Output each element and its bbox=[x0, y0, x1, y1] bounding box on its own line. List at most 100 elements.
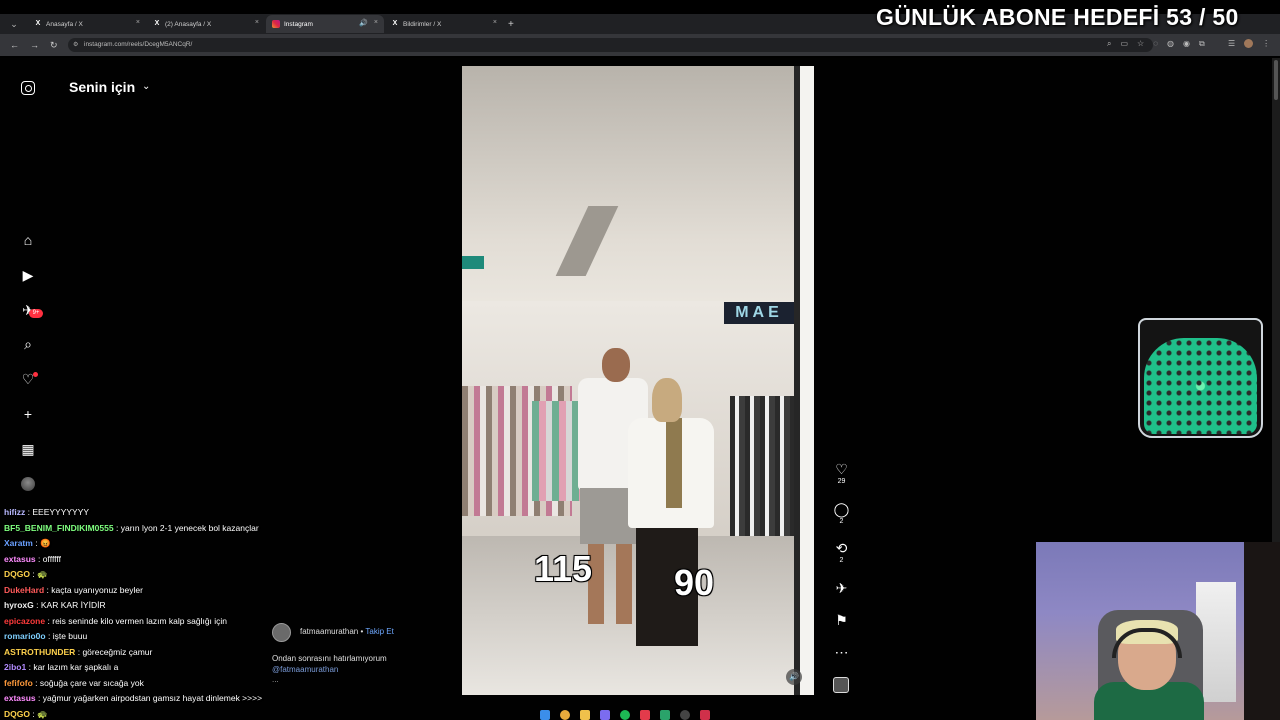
browser-toolbar: ← → ↻ ⚙ instagram.com/reels/DcegM5ANCqR/… bbox=[0, 34, 1280, 56]
chat-username: DukeHard bbox=[4, 584, 45, 595]
bookmark-star-icon[interactable]: ☆ bbox=[1137, 39, 1144, 49]
close-tab-icon[interactable]: × bbox=[374, 19, 378, 26]
reels-icon[interactable]: ▶ bbox=[20, 267, 36, 283]
chat-username: hifizz bbox=[4, 507, 26, 517]
spotify-icon[interactable] bbox=[620, 709, 630, 720]
extension-icon[interactable]: ◌ bbox=[1153, 39, 1158, 49]
browser-tab-1[interactable]: X Anasayfa / X × bbox=[28, 15, 146, 33]
like-button[interactable]: ♡ 29 bbox=[833, 461, 850, 485]
chat-text: soğuğa çare var sıcağa yok bbox=[39, 677, 144, 688]
taskbar bbox=[540, 709, 740, 720]
speaker-icon[interactable]: 🔊 bbox=[359, 19, 368, 27]
extension-icon[interactable]: ◉ bbox=[1183, 39, 1190, 49]
chat-message: fefifofo : soğuğa çare var sıcağa yok bbox=[0, 676, 320, 692]
back-icon[interactable]: ← bbox=[10, 40, 19, 50]
cast-icon[interactable]: ▭ bbox=[1120, 39, 1128, 49]
dashboard-icon[interactable]: ▦ bbox=[20, 441, 36, 457]
extension-icon[interactable]: ◍ bbox=[1167, 39, 1174, 49]
reload-icon[interactable]: ↻ bbox=[50, 40, 58, 51]
chat-text: kar lazım kar şapkalı a bbox=[33, 662, 119, 672]
chat-message: 2ibo1 : kar lazım kar şapkalı a bbox=[0, 660, 320, 676]
comment-icon: ◯ bbox=[833, 501, 850, 517]
chat-separator: : bbox=[36, 600, 39, 610]
site-info-icon[interactable]: ⚙ bbox=[73, 38, 78, 52]
zoom-icon[interactable]: ⌕ bbox=[1107, 39, 1111, 49]
search-icon[interactable]: ⌕ bbox=[20, 336, 36, 352]
discord-icon[interactable] bbox=[600, 709, 610, 720]
kebab-menu-icon[interactable]: ⋮ bbox=[1262, 39, 1270, 48]
chat-username: romario0o bbox=[4, 631, 46, 641]
video-text-overlay: 90 bbox=[674, 562, 715, 603]
obs-icon[interactable] bbox=[680, 709, 690, 720]
comment-count: 2 bbox=[839, 518, 844, 525]
chat-separator: : bbox=[32, 569, 35, 579]
puzzle-icon[interactable]: ⧉ bbox=[1199, 39, 1205, 49]
app-icon[interactable] bbox=[660, 709, 670, 720]
feed-title[interactable]: Senin için bbox=[69, 79, 135, 95]
x-logo-icon: X bbox=[154, 20, 160, 27]
audio-thumbnail[interactable] bbox=[833, 677, 849, 693]
chat-separator: : bbox=[47, 615, 50, 626]
instagram-logo-icon[interactable] bbox=[21, 81, 35, 95]
chat-text: 🐢 bbox=[37, 708, 48, 719]
chat-text: yarın lyon 2-1 yenecek bol kazançlar bbox=[120, 522, 259, 533]
menu-list-icon[interactable]: ☰ bbox=[1228, 39, 1235, 48]
repost-button[interactable]: ⟲ 2 bbox=[833, 540, 850, 564]
create-plus-icon[interactable]: + bbox=[20, 406, 36, 422]
chat-separator: : bbox=[32, 708, 35, 719]
chat-username: ASTROTHUNDER bbox=[4, 646, 76, 657]
webcam-feed bbox=[1036, 542, 1244, 720]
webcam-side-area bbox=[1244, 542, 1280, 720]
chevron-down-icon[interactable]: ⌄ bbox=[142, 81, 150, 92]
bookmark-icon: ⚑ bbox=[835, 612, 848, 628]
chat-username: BF5_BENIM_FINDIKIM0555 bbox=[4, 522, 114, 533]
more-options-button[interactable]: ⋯ bbox=[833, 644, 850, 660]
jar-contents bbox=[1144, 338, 1257, 434]
chat-text: yağmur yağarken airpodstan gamsız hayat … bbox=[42, 693, 263, 703]
file-explorer-icon[interactable] bbox=[580, 709, 590, 720]
comment-button[interactable]: ◯ 2 bbox=[833, 501, 850, 525]
profile-avatar[interactable] bbox=[21, 477, 35, 491]
follow-button[interactable]: Takip Et bbox=[365, 627, 393, 636]
tab-label: Anasayfa / X bbox=[46, 20, 83, 28]
chat-message: BF5_BENIM_FINDIKIM0555 : yarın lyon 2-1 … bbox=[0, 521, 320, 537]
profile-avatar[interactable] bbox=[1244, 39, 1254, 48]
mute-toggle-icon[interactable]: 🔊 bbox=[786, 669, 802, 685]
share-button[interactable]: ✈ bbox=[833, 580, 850, 596]
video-scene-wall bbox=[800, 66, 814, 695]
x-logo-icon: X bbox=[392, 20, 398, 27]
goal-jar-overlay bbox=[1138, 318, 1263, 438]
more-horizontal-icon: ⋯ bbox=[834, 644, 849, 660]
chat-message: romario0o : işte buuu bbox=[0, 629, 320, 645]
close-tab-icon[interactable]: × bbox=[493, 19, 497, 26]
reel-video[interactable]: MAE 115 90 🔊 bbox=[462, 66, 814, 695]
browser-tab-2[interactable]: X (2) Anasayfa / X × bbox=[147, 15, 265, 33]
chat-text: 😡 bbox=[39, 538, 51, 548]
new-tab-button[interactable]: + bbox=[508, 19, 514, 30]
chat-username: fefifofo bbox=[4, 677, 33, 688]
chat-separator: : bbox=[35, 677, 38, 688]
browser-tab-4[interactable]: X Bildirimler / X × bbox=[385, 15, 503, 33]
app-icon[interactable] bbox=[640, 709, 650, 720]
chat-text: kaçta uyanıyonuz beyler bbox=[51, 584, 143, 595]
chat-separator: : bbox=[115, 522, 119, 533]
close-tab-icon[interactable]: × bbox=[136, 19, 140, 26]
chat-message: extasus : offffff bbox=[0, 552, 320, 568]
save-button[interactable]: ⚑ bbox=[833, 612, 850, 628]
address-bar[interactable]: ⚙ instagram.com/reels/DcegM5ANCqR/ bbox=[68, 38, 1153, 52]
home-icon[interactable]: ⌂ bbox=[20, 232, 36, 248]
repost-icon: ⟲ bbox=[835, 540, 848, 556]
scrollbar-thumb[interactable] bbox=[1274, 60, 1278, 100]
chat-username: DQGO bbox=[4, 708, 30, 719]
video-scene-clothes-rack bbox=[730, 396, 794, 536]
chat-separator: : bbox=[38, 693, 41, 703]
close-tab-icon[interactable]: × bbox=[255, 19, 259, 26]
app-icon[interactable] bbox=[700, 709, 710, 720]
browser-tab-3[interactable]: Instagram 🔊 × bbox=[266, 15, 384, 33]
windows-start-icon[interactable] bbox=[540, 709, 550, 720]
tab-search-chevron-icon[interactable]: ⌄ bbox=[0, 19, 28, 30]
forward-icon[interactable]: → bbox=[30, 40, 39, 50]
like-count: 29 bbox=[837, 478, 846, 485]
chrome-icon[interactable] bbox=[560, 709, 570, 720]
chat-separator: : bbox=[77, 646, 81, 657]
